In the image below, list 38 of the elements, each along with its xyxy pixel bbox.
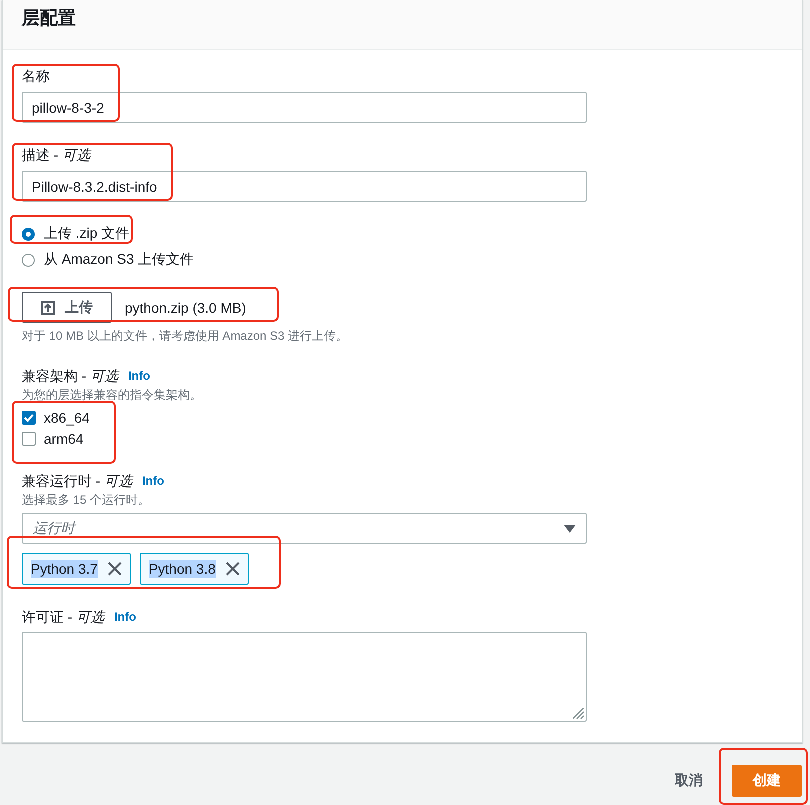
caret-down-icon bbox=[564, 524, 576, 532]
token-label: Python 3.7 bbox=[31, 560, 98, 578]
upload-button[interactable]: 上传 bbox=[22, 292, 112, 323]
remove-token-button[interactable] bbox=[108, 562, 122, 576]
resize-grip-icon[interactable] bbox=[573, 708, 584, 719]
field-label: 许可证 - 可选 bbox=[22, 608, 104, 627]
close-icon bbox=[226, 562, 240, 576]
select-placeholder: 运行时 bbox=[33, 520, 75, 538]
radio-option[interactable]: 从 Amazon S3 上传文件 bbox=[22, 250, 194, 270]
input-value: pillow-8-3-2 bbox=[32, 98, 104, 118]
radio-icon[interactable] bbox=[22, 254, 35, 266]
checkbox-option[interactable]: arm64 bbox=[22, 429, 84, 449]
remove-token-button[interactable] bbox=[226, 562, 240, 576]
file-name: python.zip (3.0 MB) bbox=[125, 300, 246, 316]
field-description: 选择最多 15 个运行时。 bbox=[22, 492, 150, 508]
upload-icon bbox=[41, 300, 55, 314]
checkbox[interactable] bbox=[22, 432, 36, 446]
field-label: 描述 - 可选 bbox=[22, 146, 90, 165]
textarea-field[interactable] bbox=[22, 632, 587, 722]
field-label: 兼容架构 - 可选 bbox=[22, 367, 118, 386]
radio-icon[interactable] bbox=[22, 228, 35, 240]
checkbox-option[interactable]: x86_64 bbox=[22, 408, 90, 428]
field-label: 名称 bbox=[22, 67, 50, 86]
upload-hint: 对于 10 MB 以上的文件，请考虑使用 Amazon S3 进行上传。 bbox=[22, 328, 348, 344]
cancel-button[interactable]: 取消 bbox=[675, 772, 703, 790]
info-link[interactable]: Info bbox=[114, 609, 136, 625]
radio-option[interactable]: 上传 .zip 文件 bbox=[22, 224, 130, 244]
info-link[interactable]: Info bbox=[128, 368, 150, 384]
input-value: Pillow-8.3.2.dist-info bbox=[32, 176, 158, 196]
field-description: 为您的层选择兼容的指令集架构。 bbox=[22, 387, 202, 403]
checkbox[interactable] bbox=[22, 411, 36, 425]
field-label: 兼容运行时 - 可选 bbox=[22, 472, 132, 491]
token-label: Python 3.8 bbox=[148, 560, 216, 578]
info-link[interactable]: Info bbox=[142, 473, 164, 489]
close-icon bbox=[108, 562, 122, 576]
panel-title: 层配置 bbox=[22, 7, 76, 30]
runtime-select[interactable]: 运行时 bbox=[22, 513, 587, 544]
check-icon bbox=[24, 414, 34, 422]
